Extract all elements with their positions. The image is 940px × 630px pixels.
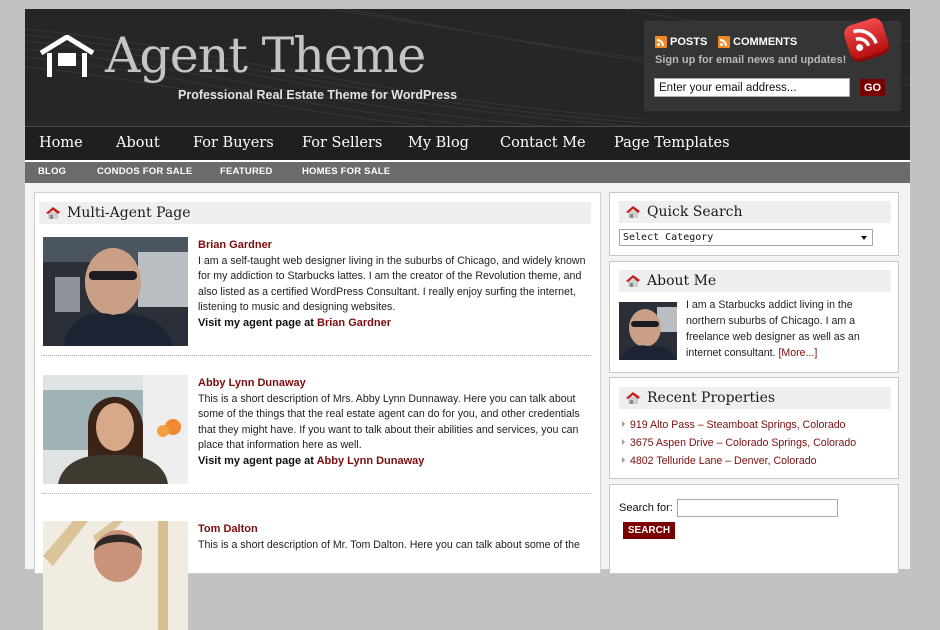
agent-name-link[interactable]: Brian Gardner <box>198 238 598 254</box>
site-title[interactable]: Agent Theme <box>105 27 426 84</box>
list-item: 919 Alto Pass – Steamboat Springs, Color… <box>622 416 856 434</box>
agent-page-link[interactable]: Abby Lynn Dunaway <box>317 455 425 467</box>
widget-title: Recent Properties <box>647 390 776 406</box>
page-title: Multi-Agent Page <box>67 205 191 221</box>
widget-title-bar: Quick Search <box>619 201 891 223</box>
quick-search-widget: Quick Search Select Category <box>609 192 899 256</box>
property-link[interactable]: 3675 Aspen Drive – Colorado Springs, Col… <box>630 437 856 449</box>
agent-photo[interactable] <box>43 375 188 484</box>
secondary-nav: BLOG CONDOS FOR SALE FEATURED HOMES FOR … <box>25 162 910 183</box>
widget-title-bar: About Me <box>619 270 891 292</box>
nav-item-about[interactable]: About <box>116 135 160 151</box>
list-item: 3675 Aspen Drive – Colorado Springs, Col… <box>622 434 856 452</box>
rss-icon <box>718 36 730 48</box>
visit-prefix: Visit my agent page at <box>198 454 314 467</box>
bullet-arrow-icon <box>622 457 625 463</box>
primary-nav: Home About For Buyers For Sellers My Blo… <box>25 126 910 162</box>
recent-properties-widget: Recent Properties 919 Alto Pass – Steamb… <box>609 377 899 479</box>
main-content: Multi-Agent Page Brian Gardner I am a se… <box>34 192 601 630</box>
visit-prefix: Visit my agent page at <box>198 316 314 329</box>
agent-visit-line: Visit my agent page at Abby Lynn Dunaway <box>198 454 598 470</box>
search-label: Search for: <box>619 502 673 514</box>
email-input[interactable] <box>654 78 850 97</box>
go-button[interactable]: GO <box>860 79 885 96</box>
subnav-item-homes-for-sale[interactable]: HOMES FOR SALE <box>302 166 390 177</box>
nav-item-page-templates[interactable]: Page Templates <box>614 135 730 151</box>
posts-feed-label: POSTS <box>670 36 708 48</box>
subnav-item-featured[interactable]: FEATURED <box>220 166 273 177</box>
site-header: Agent Theme Professional Real Estate The… <box>25 9 910 126</box>
agent-name-link[interactable]: Abby Lynn Dunaway <box>198 376 598 392</box>
widget-title: About Me <box>647 273 717 289</box>
logo-house-icon <box>39 35 95 77</box>
agent-visit-line: Visit my agent page at Brian Gardner <box>198 316 598 332</box>
rss-icon <box>655 36 667 48</box>
about-me-body: I am a Starbucks addict living in the no… <box>686 299 860 359</box>
red-roof-house-icon <box>46 207 60 219</box>
rss-feed-big-icon[interactable] <box>841 17 893 65</box>
bullet-arrow-icon <box>622 421 625 427</box>
list-item: 4802 Telluride Lane – Denver, Colorado <box>622 452 856 470</box>
nav-item-for-sellers[interactable]: For Sellers <box>302 135 382 151</box>
agent-bio: I am a self-taught web designer living i… <box>198 254 586 314</box>
about-me-text: I am a Starbucks addict living in the no… <box>686 297 886 361</box>
agent-bio: This is a short description of Mr. Tom D… <box>198 538 580 551</box>
category-select-value: Select Category <box>623 232 714 243</box>
divider <box>43 355 591 356</box>
nav-item-home[interactable]: Home <box>39 135 83 151</box>
subnav-item-condos-for-sale[interactable]: CONDOS FOR SALE <box>97 166 192 177</box>
property-link[interactable]: 4802 Telluride Lane – Denver, Colorado <box>630 455 817 467</box>
category-select[interactable]: Select Category <box>619 229 873 246</box>
about-me-widget: About Me I am a Starbucks addict living … <box>609 261 899 373</box>
page-wrapper: Agent Theme Professional Real Estate The… <box>25 9 910 630</box>
widget-title-bar: Recent Properties <box>619 387 891 409</box>
subnav-item-blog[interactable]: BLOG <box>38 166 66 177</box>
agent-page-link[interactable]: Brian Gardner <box>317 317 391 329</box>
signup-text: Sign up for email news and updates! <box>655 54 847 66</box>
red-roof-house-icon <box>626 275 640 287</box>
bullet-arrow-icon <box>622 439 625 445</box>
comments-feed-label: COMMENTS <box>733 36 798 48</box>
property-link[interactable]: 919 Alto Pass – Steamboat Springs, Color… <box>630 419 846 431</box>
search-widget: Search for: SEARCH <box>609 484 899 574</box>
chevron-down-icon <box>861 236 867 240</box>
widget-title: Quick Search <box>647 204 743 220</box>
page-title-bar: Multi-Agent Page <box>39 202 591 224</box>
posts-feed-link[interactable]: POSTS <box>655 36 707 48</box>
recent-properties-list: 919 Alto Pass – Steamboat Springs, Color… <box>622 416 856 470</box>
comments-feed-link[interactable]: COMMENTS <box>718 36 797 48</box>
agent-photo[interactable] <box>43 237 188 346</box>
about-me-photo <box>619 302 677 360</box>
nav-item-contact-me[interactable]: Contact Me <box>500 135 586 151</box>
search-input[interactable] <box>677 499 838 517</box>
search-button[interactable]: SEARCH <box>623 522 675 539</box>
agent-name-link[interactable]: Tom Dalton <box>198 522 598 538</box>
more-link[interactable]: [More...] <box>778 347 817 359</box>
agent-photo[interactable] <box>43 521 188 630</box>
site-tagline: Professional Real Estate Theme for WordP… <box>178 88 458 102</box>
nav-item-for-buyers[interactable]: For Buyers <box>193 135 274 151</box>
nav-item-my-blog[interactable]: My Blog <box>408 135 469 151</box>
red-roof-house-icon <box>626 392 640 404</box>
red-roof-house-icon <box>626 206 640 218</box>
divider <box>43 493 591 494</box>
agent-bio: This is a short description of Mrs. Abby… <box>198 392 580 452</box>
